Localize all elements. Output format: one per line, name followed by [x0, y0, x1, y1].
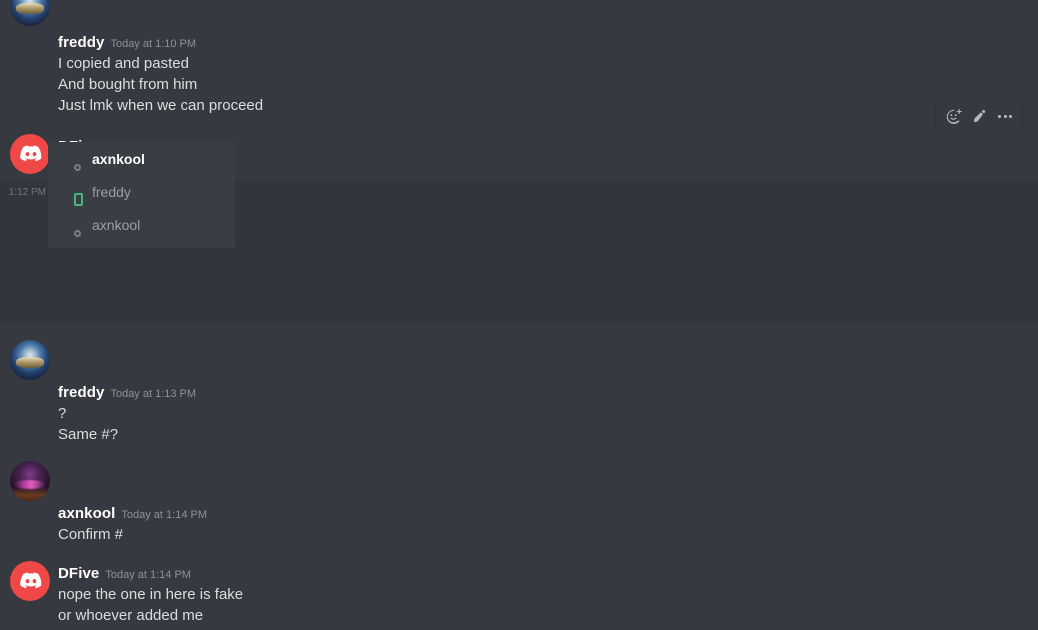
message-line: ?: [58, 405, 67, 422]
status-offline-icon: [71, 161, 83, 174]
message-timestamp: Today at 1:14 PM: [121, 509, 207, 521]
message-header: freddy Today at 1:13 PM: [0, 376, 990, 403]
member-avatar-wrap: [54, 179, 85, 208]
member-list-item[interactable]: axnkool: [48, 208, 235, 241]
message-line: Confirm #: [58, 526, 124, 543]
message-line: Just lmk when we can proceed: [58, 97, 264, 114]
chat-message-list[interactable]: freddy Today at 1:10 PM I copied and past…: [0, 0, 1038, 630]
avatar[interactable]: [10, 0, 50, 26]
message-author[interactable]: axnkool: [58, 505, 115, 522]
more-options-button[interactable]: [992, 104, 1018, 128]
message-gutter-timestamp: 1:12 PM: [8, 187, 46, 198]
member-avatar-wrap: [54, 212, 83, 240]
member-name: axnkool: [92, 150, 145, 167]
status-mobile-icon: [72, 191, 85, 208]
message-header: freddy Today at 1:10 PM: [0, 26, 990, 53]
message-line: And bought from him: [58, 76, 198, 93]
message-author[interactable]: DFive: [58, 565, 99, 582]
message-group: axnkool Today at 1:14 PM Confirm #: [0, 457, 1038, 545]
edit-message-button[interactable]: [966, 104, 992, 128]
message-timestamp: Today at 1:14 PM: [105, 569, 191, 581]
add-reaction-button[interactable]: [940, 104, 966, 128]
message-group: freddy Today at 1:13 PM ? Same #?: [0, 336, 1038, 445]
member-list-popup[interactable]: axnkool freddy axnkool: [48, 142, 235, 248]
message-line: Same #?: [58, 426, 119, 443]
ellipsis-icon: [998, 114, 1012, 118]
member-name: freddy: [92, 183, 131, 200]
message-line: 688596835144958013: [0, 626, 990, 630]
member-list-item[interactable]: axnkool: [48, 142, 235, 175]
pencil-icon: [973, 109, 985, 122]
message-timestamp: Today at 1:10 PM: [110, 38, 197, 50]
message-line: I copied and pasted: [58, 55, 189, 72]
member-list-item[interactable]: freddy: [48, 175, 235, 208]
avatar[interactable]: [10, 340, 50, 380]
message-header: axnkool Today at 1:14 PM: [0, 497, 990, 524]
message-hover-toolbar[interactable]: [936, 102, 1022, 130]
member-avatar-wrap: [54, 245, 80, 249]
message-group: DFive Today at 1:14 PM nope the one in he…: [0, 557, 1038, 630]
message-group: freddy Today at 1:10 PM I copied and past…: [0, 0, 1038, 116]
status-offline-icon: [71, 227, 83, 240]
message-line: nope the one in here is fake: [58, 586, 244, 603]
member-name: axnkool: [92, 216, 141, 233]
member-list-item[interactable]: [48, 241, 235, 248]
message-header: DFive Today at 1:14 PM: [0, 557, 990, 584]
add-reaction-icon: [946, 108, 962, 124]
avatar[interactable]: [10, 461, 50, 501]
member-avatar-wrap: [54, 146, 83, 174]
message-line: or whoever added me: [58, 607, 204, 624]
message-author[interactable]: freddy: [58, 384, 104, 401]
message-author[interactable]: freddy: [58, 34, 104, 51]
message-timestamp: Today at 1:13 PM: [110, 388, 197, 400]
